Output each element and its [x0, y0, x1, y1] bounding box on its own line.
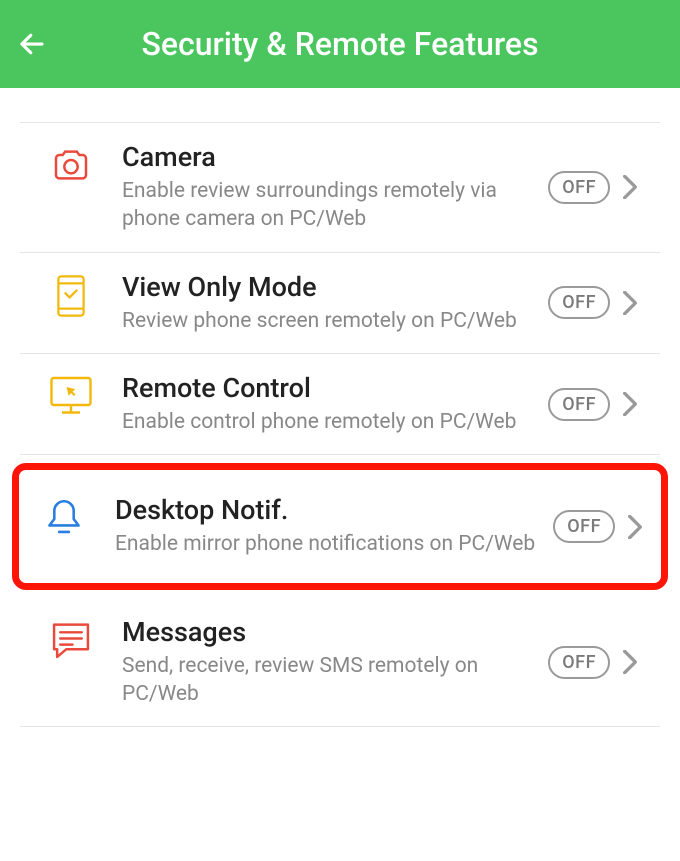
- row-camera[interactable]: Camera Enable review surroundings remote…: [20, 123, 660, 253]
- row-title: View Only Mode: [122, 271, 540, 303]
- header: Security & Remote Features: [0, 0, 680, 88]
- row-title: Messages: [122, 616, 540, 648]
- row-right: OFF: [548, 171, 640, 204]
- row-content: Messages Send, receive, review SMS remot…: [122, 616, 548, 709]
- page-title: Security & Remote Features: [141, 25, 538, 63]
- monitor-cursor-icon: [50, 376, 92, 418]
- chevron-right-icon: [620, 172, 640, 202]
- row-remote-control[interactable]: Remote Control Enable control phone remo…: [20, 354, 660, 455]
- chevron-right-icon: [620, 389, 640, 419]
- row-content: Camera Enable review surroundings remote…: [122, 141, 548, 234]
- toggle-state[interactable]: OFF: [553, 510, 615, 543]
- row-right: OFF: [548, 646, 640, 679]
- row-desktop-notif[interactable]: Desktop Notif. Enable mirror phone notif…: [12, 463, 668, 589]
- toggle-state[interactable]: OFF: [548, 171, 610, 204]
- row-messages[interactable]: Messages Send, receive, review SMS remot…: [20, 598, 660, 728]
- row-content: Remote Control Enable control phone remo…: [122, 372, 548, 436]
- message-icon: [50, 620, 92, 662]
- row-desc: Enable review surroundings remotely via …: [122, 177, 540, 234]
- toggle-state[interactable]: OFF: [548, 286, 610, 319]
- row-content: View Only Mode Review phone screen remot…: [122, 271, 548, 335]
- settings-list: Camera Enable review surroundings remote…: [0, 88, 680, 727]
- row-view-only-mode[interactable]: View Only Mode Review phone screen remot…: [20, 253, 660, 354]
- row-desc: Enable mirror phone notifications on PC/…: [115, 530, 545, 558]
- row-right: OFF: [548, 286, 640, 319]
- bell-icon: [43, 498, 85, 540]
- row-desc: Send, receive, review SMS remotely on PC…: [122, 652, 540, 709]
- toggle-state[interactable]: OFF: [548, 646, 610, 679]
- row-content: Desktop Notif. Enable mirror phone notif…: [115, 494, 553, 558]
- chevron-right-icon: [620, 288, 640, 318]
- chevron-right-icon: [625, 512, 645, 542]
- row-right: OFF: [553, 510, 645, 543]
- row-right: OFF: [548, 388, 640, 421]
- row-desc: Enable control phone remotely on PC/Web: [122, 408, 540, 436]
- row-title: Desktop Notif.: [115, 494, 545, 526]
- toggle-state[interactable]: OFF: [548, 388, 610, 421]
- row-desc: Review phone screen remotely on PC/Web: [122, 307, 540, 335]
- chevron-right-icon: [620, 647, 640, 677]
- partial-row: [20, 88, 660, 123]
- back-icon[interactable]: [16, 28, 48, 60]
- camera-icon: [50, 145, 92, 187]
- row-title: Camera: [122, 141, 540, 173]
- phone-view-icon: [50, 275, 92, 317]
- row-title: Remote Control: [122, 372, 540, 404]
